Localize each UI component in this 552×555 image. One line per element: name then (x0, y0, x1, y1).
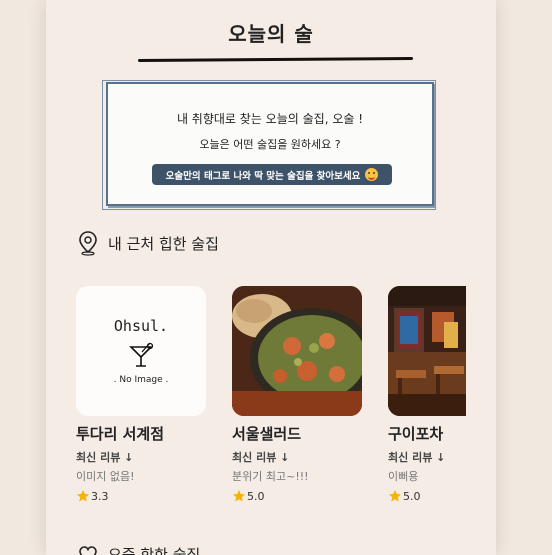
rating: 5.0 (388, 489, 466, 503)
latest-review-label[interactable]: 최신 리뷰 ↓ (388, 449, 466, 465)
bar-name: 구이포차 (388, 425, 444, 443)
cocktail-icon (129, 342, 154, 367)
bar-photo (232, 286, 362, 416)
title-underline (137, 57, 414, 62)
rating-value: 5.0 (403, 489, 421, 503)
smile-icon (365, 168, 379, 181)
app-panel: 오늘의 술 내 취향대로 찾는 오늘의 술집, 오술 ! 오늘은 어떤 술집을 … (46, 0, 496, 555)
pub-photo-illustration (388, 286, 466, 416)
food-photo-illustration (232, 286, 362, 416)
latest-review-text: 이뻐용 (388, 470, 419, 483)
bar-photo (388, 286, 466, 416)
rating: 3.3 (76, 489, 206, 503)
heart-icon (79, 545, 97, 555)
tag-search-button[interactable]: 오술만의 태그로 나와 딱 맞는 술집을 찾아보세요 (152, 164, 392, 185)
latest-review-text: 이미지 없음! (76, 470, 135, 483)
bar-card[interactable]: Ohsul. . No Image . 투다리 서계점 최신 리뷰 ↓ 이미지 … (76, 286, 206, 503)
nearby-section-title: 내 근처 힙한 술집 (108, 234, 219, 253)
rating: 5.0 (232, 489, 362, 503)
rating-value: 3.3 (91, 489, 109, 503)
rating-value: 5.0 (247, 489, 265, 503)
bar-card[interactable]: 서울샐러드 최신 리뷰 ↓ 분위기 최고~!!! 5.0 (232, 286, 362, 503)
latest-review-label[interactable]: 최신 리뷰 ↓ (76, 449, 206, 465)
hot-section-title: 요즘 핫한 술집 (108, 546, 201, 555)
bar-card[interactable]: 구이포차 최신 리뷰 ↓ 이뻐용 5.0 (388, 286, 466, 503)
placeholder-caption: . No Image . (113, 375, 169, 385)
bar-name: 서울샐러드 (232, 425, 302, 443)
nearby-section-heading: 내 근처 힙한 술집 (78, 230, 219, 256)
page-title: 오늘의 술 (228, 22, 314, 46)
star-icon (77, 490, 89, 502)
nearby-bar-list[interactable]: Ohsul. . No Image . 투다리 서계점 최신 리뷰 ↓ 이미지 … (76, 286, 466, 506)
intro-tagline: 내 취향대로 찾는 오늘의 술집, 오술 ! (176, 112, 364, 126)
star-icon (233, 490, 245, 502)
map-pin-icon (79, 231, 97, 256)
star-icon (389, 490, 401, 502)
bar-name: 투다리 서계점 (76, 425, 165, 443)
placeholder-brand: Ohsul. (113, 317, 169, 335)
latest-review-label[interactable]: 최신 리뷰 ↓ (232, 449, 362, 465)
hot-section-heading: 요즘 핫한 술집 (78, 544, 200, 555)
tag-search-button-label: 오술만의 태그로 나와 딱 맞는 술집을 찾아보세요 (165, 170, 361, 182)
latest-review-text: 분위기 최고~!!! (232, 470, 309, 483)
intro-box: 내 취향대로 찾는 오늘의 술집, 오술 ! 오늘은 어떤 술집을 원하세요 ?… (102, 80, 436, 210)
no-image-placeholder: Ohsul. . No Image . (76, 286, 206, 416)
intro-question: 오늘은 어떤 술집을 원하세요 ? (199, 138, 341, 151)
